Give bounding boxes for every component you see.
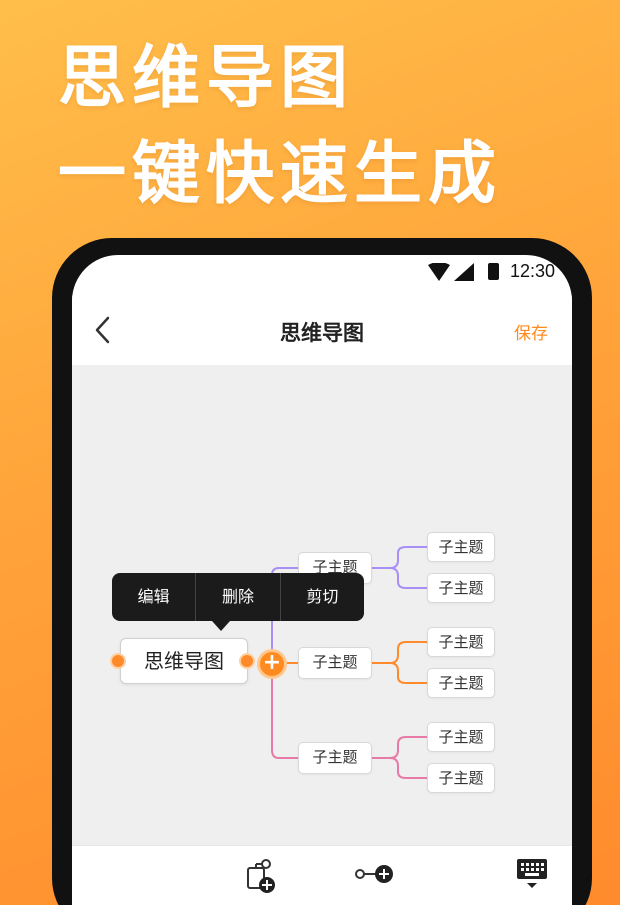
save-button[interactable]: 保存 <box>514 319 548 344</box>
context-menu: 编辑 删除 剪切 <box>112 573 364 631</box>
bottom-toolbar <box>72 845 572 905</box>
delete-menu-item[interactable]: 删除 <box>196 573 279 621</box>
battery-icon <box>488 263 499 280</box>
cut-menu-item[interactable]: 剪切 <box>281 573 364 621</box>
mindmap-canvas[interactable]: 子主题 子主题 子主题 子主题 子主题 子主题 子主题 子主题 子主题 思维导图… <box>72 365 572 845</box>
leaf-node-2b[interactable]: 子主题 <box>427 668 495 698</box>
wifi-icon <box>428 263 450 281</box>
add-node-button[interactable]: + <box>257 649 287 679</box>
signal-icon <box>454 263 474 281</box>
branch-node-3[interactable]: 子主题 <box>298 742 372 774</box>
add-sibling-node-icon[interactable] <box>354 860 396 888</box>
leaf-node-3b[interactable]: 子主题 <box>427 763 495 793</box>
leaf-node-1a[interactable]: 子主题 <box>427 532 495 562</box>
page-title: 思维导图 <box>280 321 364 345</box>
leaf-node-2a[interactable]: 子主题 <box>427 627 495 657</box>
add-child-node-icon[interactable] <box>244 858 278 894</box>
status-bar: 12:30 <box>72 255 572 293</box>
phone-screen: 12:30 思维导图 保存 子主题 子主题 子主题 子主题 子主题 子主题 子主… <box>72 255 572 905</box>
root-left-handle[interactable] <box>110 653 126 669</box>
leaf-node-1b[interactable]: 子主题 <box>427 573 495 603</box>
nav-bar: 思维导图 保存 <box>72 295 572 365</box>
menu-pointer <box>212 621 230 631</box>
branch-node-2[interactable]: 子主题 <box>298 647 372 679</box>
edit-menu-item[interactable]: 编辑 <box>112 573 195 621</box>
promo-subtitle: 一键快速生成 <box>58 135 503 214</box>
root-node[interactable]: 思维导图 <box>120 638 248 684</box>
root-right-handle[interactable] <box>239 653 255 669</box>
leaf-node-3a[interactable]: 子主题 <box>427 722 495 752</box>
status-time: 12:30 <box>510 261 556 281</box>
keyboard-icon[interactable] <box>516 858 548 890</box>
promo-title: 思维导图 <box>58 39 355 118</box>
